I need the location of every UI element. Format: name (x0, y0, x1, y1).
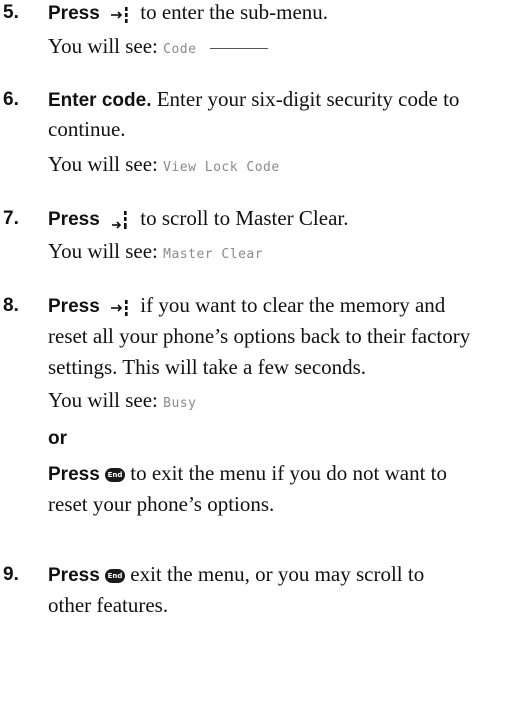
display-line: You will see: Busy (48, 388, 196, 416)
action-keyword: Press (48, 209, 100, 230)
end-key-icon: End (105, 569, 126, 584)
instruction-text: to exit the menu if you do not want to (130, 461, 447, 485)
instruction-continuation: reset your phone’s options. (48, 492, 275, 516)
step-instruction: Press if you want to clear the memory an… (48, 293, 445, 319)
lcd-display-text: Busy (163, 396, 197, 411)
instruction-text: to enter the sub-menu. (140, 0, 329, 24)
step-number: 7. (3, 208, 19, 229)
instruction-continuation: settings. This will take a few seconds. (48, 355, 367, 379)
you-will-see-label: You will see: (48, 388, 158, 412)
step-number: 9. (3, 564, 19, 585)
or-separator: or (48, 428, 67, 449)
step-instruction: Press to scroll to Master Clear. (48, 206, 349, 232)
lcd-display-text: View Lock Code (163, 160, 280, 175)
instruction-text: exit the menu, or you may scroll to (130, 562, 425, 586)
step-number: 6. (3, 89, 19, 110)
action-keyword: Press (48, 565, 100, 586)
instruction-text: Enter your six-digit security code to (156, 87, 460, 111)
lcd-display-text: Code (163, 42, 197, 57)
display-line: You will see: View Lock Code (48, 152, 280, 180)
display-line: You will see: Master Clear (48, 239, 263, 267)
lcd-display-text: Master Clear (163, 247, 264, 262)
display-line: You will see: Code (48, 34, 268, 62)
step-instruction: Enter code. Enter your six-digit securit… (48, 87, 459, 113)
instruction-text: if you want to clear the memory and (140, 293, 446, 317)
select-right-icon (111, 7, 128, 24)
select-right-icon (111, 300, 128, 317)
action-keyword: Press (48, 296, 100, 317)
instruction-continuation: reset all your phone’s options back to t… (48, 324, 471, 348)
action-keyword: Press (48, 3, 100, 24)
code-entry-line (209, 47, 268, 49)
instruction-continuation: other features. (48, 593, 169, 617)
step-number: 8. (3, 295, 19, 316)
instruction-text: to scroll to Master Clear. (140, 206, 349, 230)
you-will-see-label: You will see: (48, 239, 158, 263)
action-keyword: Press (48, 464, 100, 485)
alt-instruction: Press End to exit the menu if you do not… (48, 461, 447, 487)
scroll-down-icon (112, 211, 127, 230)
end-key-icon: End (105, 468, 126, 483)
action-keyword: Enter code. (48, 90, 152, 111)
you-will-see-label: You will see: (48, 34, 158, 58)
step-instruction: Press to enter the sub-menu. (48, 0, 328, 26)
step-number: 5. (3, 2, 19, 23)
you-will-see-label: You will see: (48, 152, 158, 176)
step-instruction: Press End exit the menu, or you may scro… (48, 562, 424, 588)
instruction-continuation: continue. (48, 117, 126, 141)
